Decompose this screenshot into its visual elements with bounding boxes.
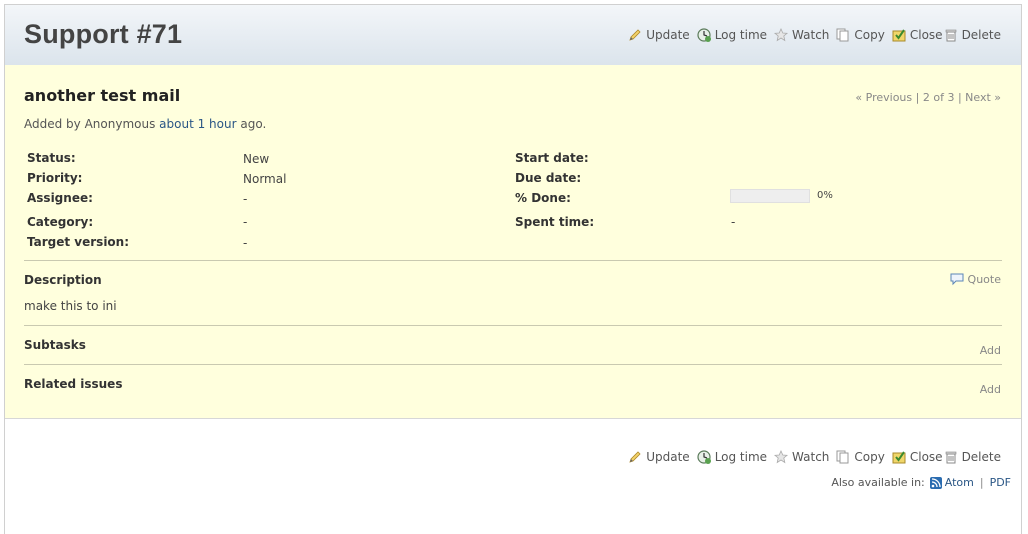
watch-label: Watch [792, 28, 830, 42]
watch-label: Watch [792, 450, 830, 464]
nav-separator: | [915, 91, 923, 104]
quote-label: Quote [967, 272, 1001, 286]
category-label: Category: [27, 215, 94, 229]
priority-value: Normal [243, 172, 287, 186]
percent-done-value: 0% [817, 190, 833, 201]
clock-icon [697, 28, 711, 42]
log-time-button[interactable]: Log time [696, 449, 767, 465]
target-version-label: Target version: [27, 235, 130, 249]
watch-button[interactable]: Watch [773, 449, 829, 465]
update-button[interactable]: Update [627, 449, 690, 465]
log-time-button[interactable]: Log time [696, 27, 767, 43]
pdf-link[interactable]: PDF [990, 476, 1011, 489]
comment-icon [950, 273, 964, 286]
spent-time-value: - [731, 215, 736, 229]
divider [24, 325, 1002, 326]
delete-label: Delete [961, 450, 1001, 464]
add-related-link[interactable]: Add [980, 383, 1001, 396]
close-label: Close [909, 28, 943, 42]
copy-label: Copy [854, 28, 885, 42]
progress-bar [730, 189, 810, 203]
status-label: Status: [27, 151, 76, 165]
next-link[interactable]: Next » [965, 91, 1001, 104]
author-line: Added by Anonymous about 1 hour ago. [24, 117, 266, 131]
copy-button[interactable]: Copy [835, 27, 885, 43]
created-time-link[interactable]: about 1 hour [159, 117, 236, 131]
delete-label: Delete [961, 28, 1001, 42]
trash-icon [945, 29, 956, 42]
divider [24, 364, 1002, 365]
assignee-value: - [243, 192, 248, 206]
edit-icon [629, 29, 641, 41]
atom-link[interactable]: Atom [945, 476, 974, 489]
close-label: Close [909, 450, 943, 464]
nav-position: 2 of 3 [922, 91, 955, 104]
feed-icon [929, 476, 942, 489]
close-issue-button[interactable]: Close [891, 449, 943, 465]
copy-label: Copy [854, 450, 885, 464]
log-time-label: Log time [714, 28, 768, 42]
category-value: - [243, 215, 248, 229]
issue-subject: another test mail [24, 86, 181, 105]
page-header: Support #71 Update Log time Watch Copy C… [5, 5, 1021, 66]
author-suffix: ago. [240, 117, 267, 131]
previous-link[interactable]: « Previous [855, 91, 912, 104]
author-prefix: Added by Anonymous [24, 117, 156, 131]
page-title: Support #71 [24, 19, 183, 49]
issue-page: Support #71 Update Log time Watch Copy C… [4, 4, 1022, 534]
other-formats: Also available in: Atom | PDF [831, 476, 1011, 489]
copy-icon [836, 450, 849, 464]
close-issue-icon [892, 451, 906, 464]
percent-done-label: % Done: [515, 191, 571, 205]
start-date-label: Start date: [515, 151, 589, 165]
format-separator: | [979, 476, 984, 489]
watch-button[interactable]: Watch [773, 27, 829, 43]
update-label: Update [646, 28, 690, 42]
priority-label: Priority: [27, 171, 83, 185]
target-version-value: - [243, 236, 248, 250]
close-issue-button[interactable]: Close [891, 27, 943, 43]
issue-navigation: « Previous | 2 of 3 | Next » [855, 91, 1001, 104]
top-action-bar: Update Log time Watch Copy Close Delete [621, 27, 1001, 43]
related-issues-title: Related issues [24, 377, 123, 391]
issue-box: another test mail « Previous | 2 of 3 | … [5, 65, 1021, 419]
subtasks-title: Subtasks [24, 338, 86, 352]
edit-icon [629, 451, 641, 463]
clock-icon [697, 450, 711, 464]
log-time-label: Log time [714, 450, 768, 464]
trash-icon [945, 451, 956, 464]
copy-icon [836, 28, 849, 42]
also-available-label: Also available in: [831, 476, 925, 489]
copy-button[interactable]: Copy [835, 449, 885, 465]
add-subtask-link[interactable]: Add [980, 344, 1001, 357]
status-value: New [243, 152, 270, 166]
due-date-label: Due date: [515, 171, 582, 185]
description-title: Description [24, 273, 102, 287]
star-icon [774, 28, 789, 42]
delete-button[interactable]: Delete [943, 27, 1001, 43]
delete-button[interactable]: Delete [943, 449, 1001, 465]
bottom-action-bar: Update Log time Watch Copy Close Delete [621, 449, 1001, 465]
update-label: Update [646, 450, 690, 464]
spent-time-label: Spent time: [515, 215, 595, 229]
close-issue-icon [892, 29, 906, 42]
quote-button[interactable]: Quote [950, 272, 1001, 286]
divider [24, 260, 1002, 261]
description-text: make this to ini [24, 299, 117, 313]
update-button[interactable]: Update [627, 27, 690, 43]
star-icon [774, 450, 789, 464]
assignee-label: Assignee: [27, 191, 93, 205]
